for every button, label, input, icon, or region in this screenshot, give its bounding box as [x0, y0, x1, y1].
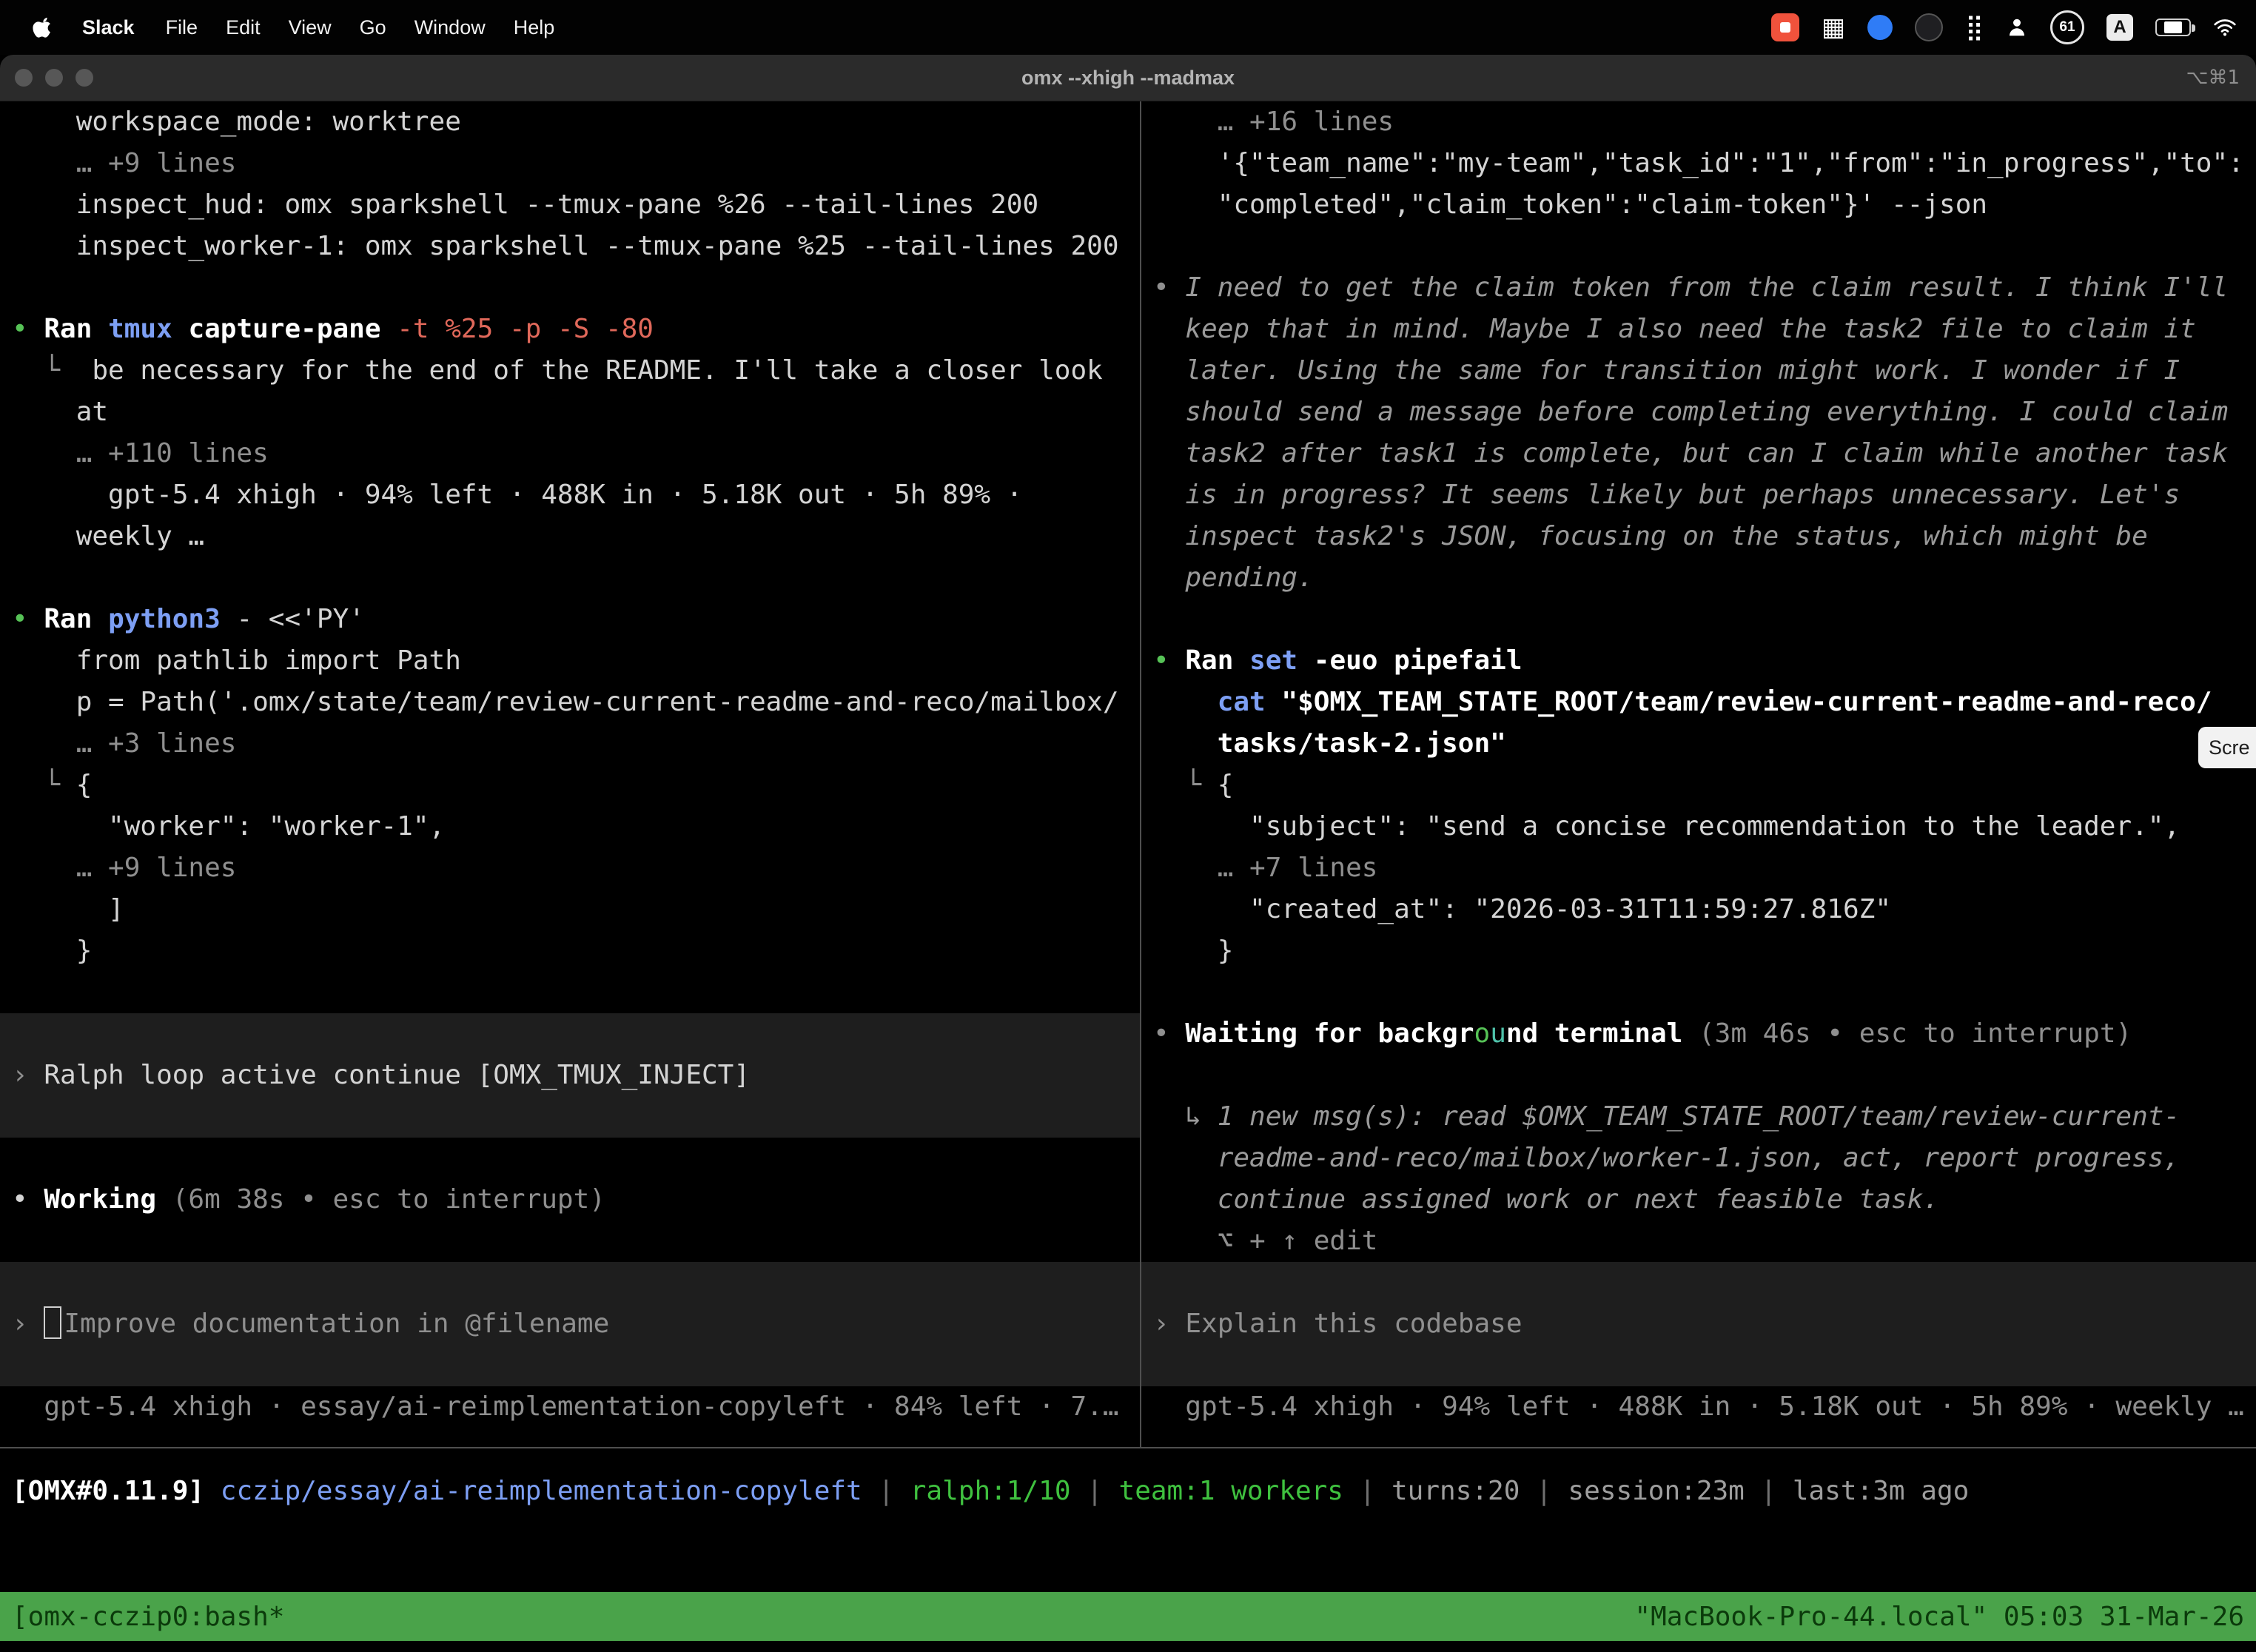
- terminal-line: later. Using the same for transition mig…: [1141, 350, 2256, 392]
- blank-line: [1141, 1055, 2256, 1096]
- terminal-line: should send a message before completing …: [1141, 392, 2256, 433]
- tmux-pane-right[interactable]: … +16 lines '{"team_name":"my-team","tas…: [1141, 101, 2256, 1448]
- window-title-bar[interactable]: omx --xhigh --madmax ⌥⌘1: [0, 55, 2256, 101]
- terminal-line: └ {: [0, 765, 1140, 806]
- terminal-line: … +110 lines: [0, 433, 1140, 474]
- blank-line: [1141, 972, 2256, 1013]
- terminal-line: '{"team_name":"my-team","task_id":"1","f…: [1141, 143, 2256, 184]
- menu-go[interactable]: Go: [346, 16, 400, 38]
- terminal-line: }: [0, 930, 1140, 972]
- terminal-line: from pathlib import Path: [0, 640, 1140, 682]
- menu-bar: Slack FileEditViewGoWindowHelp ▦ ⣿ 61 A: [0, 0, 2256, 55]
- terminal-line: readme-and-reco/mailbox/worker-1.json, a…: [1141, 1138, 2256, 1179]
- grid-app-icon[interactable]: ▦: [1822, 11, 1845, 44]
- terminal-line: at: [0, 392, 1140, 433]
- terminal-line: gpt-5.4 xhigh · essay/ai-reimplementatio…: [0, 1386, 1140, 1428]
- prompt-line: › Explain this codebase: [1141, 1303, 2256, 1345]
- terminal-line: … +3 lines: [0, 723, 1140, 765]
- terminal-line: • Ran set -euo pipefail: [1141, 640, 2256, 682]
- terminal-line: "worker": "worker-1",: [0, 806, 1140, 847]
- tmux-pane-left[interactable]: workspace_mode: worktree … +9 lines insp…: [0, 101, 1140, 1448]
- menu-edit[interactable]: Edit: [212, 16, 275, 38]
- terminal-line: inspect task2's JSON, focusing on the st…: [1141, 516, 2256, 557]
- prompt-line: › Ralph loop active continue [OMX_TMUX_I…: [0, 1055, 1140, 1096]
- terminal-line: keep that in mind. Maybe I also need the…: [1141, 309, 2256, 350]
- terminal-line: … +7 lines: [1141, 847, 2256, 889]
- terminal-line: "subject": "send a concise recommendatio…: [1141, 806, 2256, 847]
- terminal-content: workspace_mode: worktree … +9 lines insp…: [0, 101, 2256, 1652]
- input-source-icon[interactable]: A: [2106, 14, 2133, 41]
- screen-share-overlay[interactable]: Scre: [2198, 727, 2256, 768]
- terminal-line: task2 after task1 is complete, but can I…: [1141, 433, 2256, 474]
- window-shortcut-hint: ⌥⌘1: [2186, 67, 2240, 89]
- pane-bottom-border: [0, 1447, 2256, 1448]
- terminal-line: └ be necessary for the end of the README…: [0, 350, 1140, 392]
- terminal-line: cat "$OMX_TEAM_STATE_ROOT/team/review-cu…: [1141, 682, 2256, 723]
- terminal-line: • Working (6m 38s • esc to interrupt): [0, 1179, 1140, 1220]
- terminal-line: "created_at": "2026-03-31T11:59:27.816Z": [1141, 889, 2256, 930]
- blank-line: [0, 557, 1140, 599]
- menu-bar-left: Slack FileEditViewGoWindowHelp: [19, 16, 568, 39]
- blank-line: [0, 1220, 1140, 1262]
- terminal-line: workspace_mode: worktree: [0, 101, 1140, 143]
- terminal-line: • I need to get the claim token from the…: [1141, 267, 2256, 309]
- terminal-line: └ {: [1141, 765, 2256, 806]
- blue-app-icon[interactable]: [1867, 15, 1893, 40]
- composer-input[interactable]: › Improve documentation in @filename: [0, 1262, 1140, 1386]
- blank-line: [1141, 599, 2256, 640]
- blank-line: [0, 267, 1140, 309]
- app-grid-icon[interactable]: ⣿: [1965, 11, 1984, 44]
- battery-fill: [2164, 21, 2182, 33]
- menu-items: FileEditViewGoWindowHelp: [152, 16, 569, 39]
- terminal-line: gpt-5.4 xhigh · 94% left · 488K in · 5.1…: [0, 474, 1140, 516]
- terminal-window: omx --xhigh --madmax ⌥⌘1 workspace_mode:…: [0, 55, 2256, 1652]
- terminal-line: is in progress? It seems likely but perh…: [1141, 474, 2256, 516]
- blank-line: [1141, 226, 2256, 267]
- stop-square-icon: [1780, 22, 1790, 33]
- text-cursor: [44, 1306, 61, 1339]
- terminal-line: weekly …: [0, 516, 1140, 557]
- menu-bar-status-icons: ▦ ⣿ 61 A: [1771, 10, 2237, 44]
- terminal-line: gpt-5.4 xhigh · 94% left · 488K in · 5.1…: [1141, 1386, 2256, 1428]
- omx-status-line: [OMX#0.11.9] cczip/essay/ai-reimplementa…: [0, 1471, 2256, 1512]
- menu-window[interactable]: Window: [400, 16, 500, 38]
- dark-app-icon[interactable]: [1915, 13, 1943, 41]
- blank-line: [0, 1138, 1140, 1179]
- wifi-icon[interactable]: [2213, 11, 2237, 44]
- terminal-line: tasks/task-2.json": [1141, 723, 2256, 765]
- menu-help[interactable]: Help: [500, 16, 569, 38]
- terminal-line: pending.: [1141, 557, 2256, 599]
- terminal-line: • Ran tmux capture-pane -t %25 -p -S -80: [0, 309, 1140, 350]
- window-title: omx --xhigh --madmax: [0, 67, 2256, 90]
- terminal-line: ]: [0, 889, 1140, 930]
- terminal-line: }: [1141, 930, 2256, 972]
- terminal-line: "completed","claim_token":"claim-token"}…: [1141, 184, 2256, 226]
- terminal-line: • Ran python3 - <<'PY': [0, 599, 1140, 640]
- terminal-line: continue assigned work or next feasible …: [1141, 1179, 2256, 1220]
- composer-input[interactable]: › Explain this codebase: [1141, 1262, 2256, 1386]
- battery-percentage-icon[interactable]: 61: [2050, 10, 2084, 44]
- terminal-line: p = Path('.omx/state/team/review-current…: [0, 682, 1140, 723]
- terminal-line: • Waiting for background terminal (3m 46…: [1141, 1013, 2256, 1055]
- menu-view[interactable]: View: [275, 16, 346, 38]
- user-icon[interactable]: [2006, 11, 2028, 44]
- terminal-line: ↳ 1 new msg(s): read $OMX_TEAM_STATE_ROO…: [1141, 1096, 2256, 1138]
- blank-line: [0, 972, 1140, 1013]
- terminal-line: ⌥ + ↑ edit: [1141, 1220, 2256, 1262]
- terminal-line: … +16 lines: [1141, 101, 2256, 143]
- screen-recording-stop-icon[interactable]: [1771, 13, 1799, 41]
- menu-file[interactable]: File: [152, 16, 212, 38]
- terminal-line: inspect_worker-1: omx sparkshell --tmux-…: [0, 226, 1140, 267]
- menu-app-name[interactable]: Slack: [68, 16, 149, 39]
- terminal-line: … +9 lines: [0, 143, 1140, 184]
- ralph-loop-banner[interactable]: › Ralph loop active continue [OMX_TMUX_I…: [0, 1013, 1140, 1138]
- battery-icon[interactable]: [2155, 19, 2191, 36]
- apple-menu-icon[interactable]: [19, 16, 65, 38]
- prompt-line: › Improve documentation in @filename: [0, 1303, 1140, 1345]
- terminal-line: … +9 lines: [0, 847, 1140, 889]
- tmux-session-window: [omx-cczip0:bash*: [12, 1602, 284, 1632]
- tmux-status-bar: [omx-cczip0:bash* "MacBook-Pro-44.local"…: [0, 1592, 2256, 1641]
- terminal-line: inspect_hud: omx sparkshell --tmux-pane …: [0, 184, 1140, 226]
- tmux-host-datetime: "MacBook-Pro-44.local" 05:03 31-Mar-26: [1634, 1602, 2244, 1632]
